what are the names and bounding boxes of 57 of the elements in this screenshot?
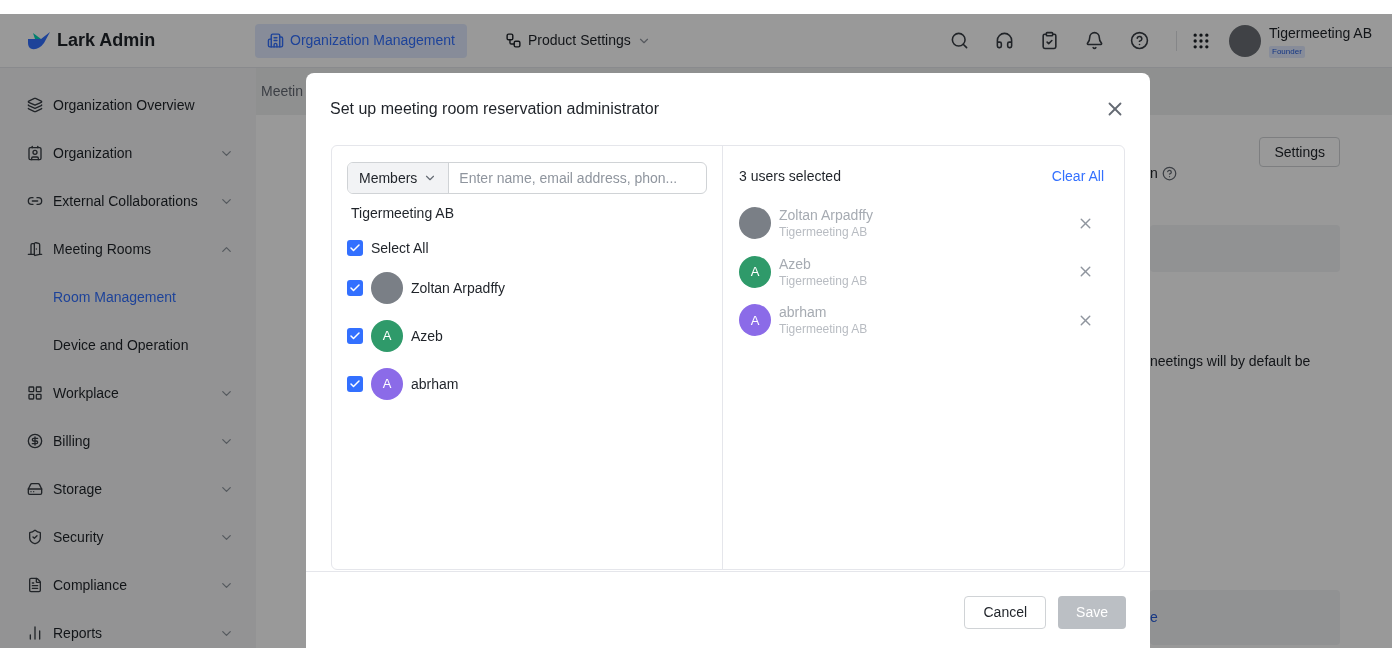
selected-user-name: abrham xyxy=(779,303,828,322)
letter-avatar: A xyxy=(371,368,403,400)
sidebar-subitem[interactable]: Room Management xyxy=(0,273,256,321)
clear-all-link[interactable]: Clear All xyxy=(1051,166,1104,187)
checkbox[interactable] xyxy=(347,328,363,344)
nodes-icon xyxy=(505,32,522,49)
member-name: Zoltan Arpadffy xyxy=(411,278,505,298)
account-avatar[interactable] xyxy=(1229,24,1261,57)
building-icon xyxy=(267,32,284,49)
role-badge: Founder xyxy=(1269,46,1305,58)
description-text: neetings will by default be xyxy=(1150,352,1312,371)
avatar-photo xyxy=(739,207,771,240)
letter-avatar: A xyxy=(739,304,771,337)
check-icon xyxy=(349,330,361,342)
avatar-photo xyxy=(371,272,403,304)
link[interactable]: e xyxy=(1150,607,1158,628)
sidebar-subitem[interactable]: Device and Operation xyxy=(0,321,256,369)
sidebar-item[interactable]: Workplace xyxy=(0,369,256,417)
select-all-label: Select All xyxy=(371,238,429,258)
search-field[interactable]: Members Enter name, email address, phon... xyxy=(347,162,707,194)
member-name: abrham xyxy=(411,374,459,394)
sidebar-item[interactable]: Security xyxy=(0,513,256,561)
member-name: Azeb xyxy=(411,326,443,346)
letter-avatar: A xyxy=(371,320,403,352)
sidebar-item[interactable]: Meeting Rooms xyxy=(0,225,256,273)
logo-icon xyxy=(27,30,51,51)
check-icon xyxy=(349,282,361,294)
account-name: Tigermeeting AB xyxy=(1269,24,1372,43)
scope-select[interactable]: Members xyxy=(348,163,450,193)
sidebar-item[interactable]: Reports xyxy=(0,609,256,648)
check-icon xyxy=(349,378,361,390)
dialog-title: Set up meeting room reservation administrator xyxy=(330,99,660,119)
selected-user-name: Azeb xyxy=(779,254,812,273)
checkbox[interactable] xyxy=(347,240,363,256)
selected-user-org: Tigermeeting AB xyxy=(779,224,869,241)
sidebar-item[interactable]: Organization xyxy=(0,129,256,177)
organization-name: Tigermeeting AB xyxy=(351,203,454,223)
sidebar-item[interactable]: Billing xyxy=(0,417,256,465)
label-text: n xyxy=(1150,163,1158,183)
sidebar-item[interactable]: Compliance xyxy=(0,561,256,609)
selection-count: 3 users selected xyxy=(739,167,841,186)
settings-button[interactable]: Settings xyxy=(1259,137,1340,167)
breadcrumb: Meetin xyxy=(261,82,304,101)
sidebar-item[interactable]: External Collaborations xyxy=(0,177,256,225)
help-icon xyxy=(1161,165,1177,181)
checkbox[interactable] xyxy=(347,376,363,392)
brand-name: Lark Admin xyxy=(57,29,156,52)
sidebar-item[interactable]: Organization Overview xyxy=(0,81,256,129)
checkbox[interactable] xyxy=(347,280,363,296)
selected-user-org: Tigermeeting AB xyxy=(779,272,869,289)
nav-tab[interactable]: Product Settings xyxy=(493,23,663,58)
cancel-button[interactable]: Cancel xyxy=(964,596,1047,629)
check-icon xyxy=(349,242,361,254)
selected-user-org: Tigermeeting AB xyxy=(779,321,869,338)
selected-user-name: Zoltan Arpadffy xyxy=(779,206,874,225)
sidebar-item[interactable]: Storage xyxy=(0,465,256,513)
letter-avatar: A xyxy=(739,255,771,288)
